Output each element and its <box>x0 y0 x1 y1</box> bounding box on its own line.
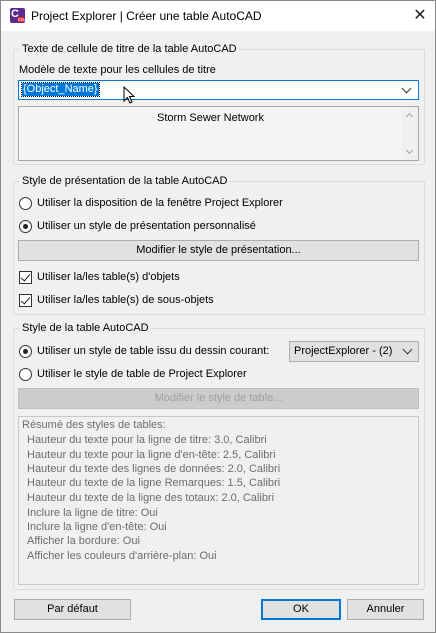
radio-custom-layout-label[interactable]: Utiliser un style de présentation person… <box>37 220 256 232</box>
checkbox-subobject-tables-label[interactable]: Utiliser la/les table(s) de sous-objets <box>37 294 214 306</box>
preview-scrollbar[interactable] <box>402 107 418 160</box>
dialog-window: C ENU Project Explorer | Créer une table … <box>0 0 436 633</box>
default-button[interactable]: Par défaut <box>14 599 131 620</box>
summary-line: Afficher les couleurs d'arrière-plan: Ou… <box>27 550 217 562</box>
scroll-up-icon[interactable] <box>405 112 414 121</box>
chevron-down-icon[interactable] <box>402 344 413 355</box>
layout-style-group-label: Style de présentation de la table AutoCA… <box>20 175 230 187</box>
summary-line: Hauteur du texte des lignes de données: … <box>27 463 281 475</box>
radio-pe-table-style-label[interactable]: Utiliser le style de table de Project Ex… <box>37 368 247 380</box>
title-template-combo[interactable]: {Object_Name} <box>18 80 419 100</box>
table-style-dropdown[interactable]: ProjectExplorer - (2) <box>289 341 419 362</box>
close-icon[interactable]: ✕ <box>411 7 429 25</box>
radio-drawing-table-style-label[interactable]: Utiliser un style de table issu du dessi… <box>37 345 269 357</box>
checkbox-subobject-tables[interactable] <box>19 294 32 307</box>
ok-button[interactable]: OK <box>261 599 341 620</box>
title-preview-text: Storm Sewer Network <box>157 112 264 124</box>
checkbox-object-tables[interactable] <box>19 271 32 284</box>
window-title: Project Explorer | Créer une table AutoC… <box>31 9 262 23</box>
table-style-group-label: Style de la table AutoCAD <box>20 322 151 334</box>
chevron-down-icon[interactable] <box>401 83 412 94</box>
title-template-value[interactable]: {Object_Name} <box>21 82 100 97</box>
radio-custom-layout[interactable] <box>19 220 32 233</box>
radio-window-layout-label[interactable]: Utiliser la disposition de la fenêtre Pr… <box>37 197 283 209</box>
table-style-dropdown-value[interactable]: ProjectExplorer - (2) <box>294 345 392 357</box>
summary-line: Inclure la ligne d'en-tête: Oui <box>27 521 167 533</box>
title-bar: C ENU Project Explorer | Créer une table … <box>1 1 435 31</box>
civil3d-app-icon: C ENU <box>10 8 27 23</box>
summary-line: Hauteur du texte pour la ligne de titre:… <box>27 434 267 446</box>
summary-line: Inclure la ligne de titre: Oui <box>27 507 158 519</box>
title-preview-box: Storm Sewer Network <box>18 106 419 161</box>
radio-drawing-table-style[interactable] <box>19 345 32 358</box>
summary-line: Hauteur du texte de la ligne Remarques: … <box>27 477 281 489</box>
modify-layout-style-button[interactable]: Modifier le style de présentation... <box>18 240 419 261</box>
summary-line: Hauteur du texte pour la ligne d'en-tête… <box>27 449 276 461</box>
modify-table-style-button[interactable]: Modifier le style de table... <box>18 388 419 409</box>
cancel-button[interactable]: Annuler <box>347 599 424 620</box>
template-label: Modèle de texte pour les cellules de tit… <box>19 64 216 76</box>
checkbox-object-tables-label[interactable]: Utiliser la/les table(s) d'objets <box>37 271 180 283</box>
radio-pe-table-style[interactable] <box>19 368 32 381</box>
table-style-summary: Résumé des styles de tables: Hauteur du … <box>18 416 419 585</box>
summary-line: Résumé des styles de tables: <box>22 419 166 431</box>
title-cell-group-label: Texte de cellule de titre de la table Au… <box>20 43 239 55</box>
summary-line: Afficher la bordure: Oui <box>27 535 140 547</box>
mouse-cursor-icon <box>123 86 136 104</box>
summary-line: Hauteur du texte de la ligne des totaux:… <box>27 492 275 504</box>
radio-window-layout[interactable] <box>19 197 32 210</box>
scroll-down-icon[interactable] <box>405 146 414 155</box>
